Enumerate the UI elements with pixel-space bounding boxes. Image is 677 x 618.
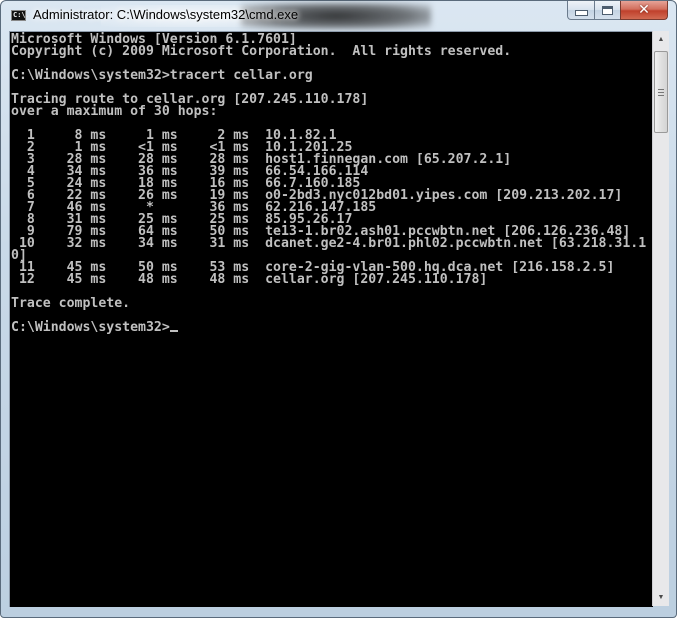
- arrow-up-icon: ▲: [657, 36, 665, 43]
- text-cursor: [169, 330, 178, 332]
- maximize-button[interactable]: [594, 1, 621, 20]
- console-line: Copyright (c) 2009 Microsoft Corporation…: [11, 44, 512, 59]
- grip-icon: [658, 88, 664, 96]
- close-icon: ✕: [638, 2, 650, 18]
- cmd-window: C:\. Administrator: C:\Windows\system32\…: [0, 0, 677, 618]
- console-output[interactable]: Microsoft Windows [Version 6.1.7601] Copy…: [9, 31, 653, 607]
- console-line: C:\Windows\system32>tracert cellar.org: [11, 68, 313, 83]
- console-line: Trace complete.: [11, 296, 131, 311]
- vertical-scrollbar[interactable]: ▲ ▼: [652, 31, 669, 606]
- console-line: 12 45 ms 48 ms 48 ms cellar.org [207.245…: [11, 272, 488, 287]
- console-line: over a maximum of 30 hops:: [11, 104, 218, 119]
- scroll-up-button[interactable]: ▲: [653, 31, 669, 48]
- console-text: Microsoft Windows [Version 6.1.7601] Copy…: [10, 32, 653, 334]
- console-line: 10 32 ms 34 ms 31 ms dcanet.ge2-4.br01.p…: [11, 236, 647, 251]
- title-bar[interactable]: C:\. Administrator: C:\Windows\system32\…: [1, 1, 676, 29]
- cmd-app-icon[interactable]: C:\.: [11, 10, 30, 21]
- window-title: Administrator: C:\Windows\system32\cmd.e…: [33, 7, 299, 22]
- minimize-icon: [574, 9, 588, 16]
- maximize-icon: [602, 5, 613, 15]
- close-button[interactable]: ✕: [620, 1, 668, 20]
- arrow-down-icon: ▼: [657, 594, 665, 601]
- scroll-thumb[interactable]: [654, 51, 668, 133]
- minimize-button[interactable]: [567, 1, 595, 20]
- console-line: C:\Windows\system32>: [11, 321, 653, 334]
- scroll-down-button[interactable]: ▼: [653, 589, 669, 606]
